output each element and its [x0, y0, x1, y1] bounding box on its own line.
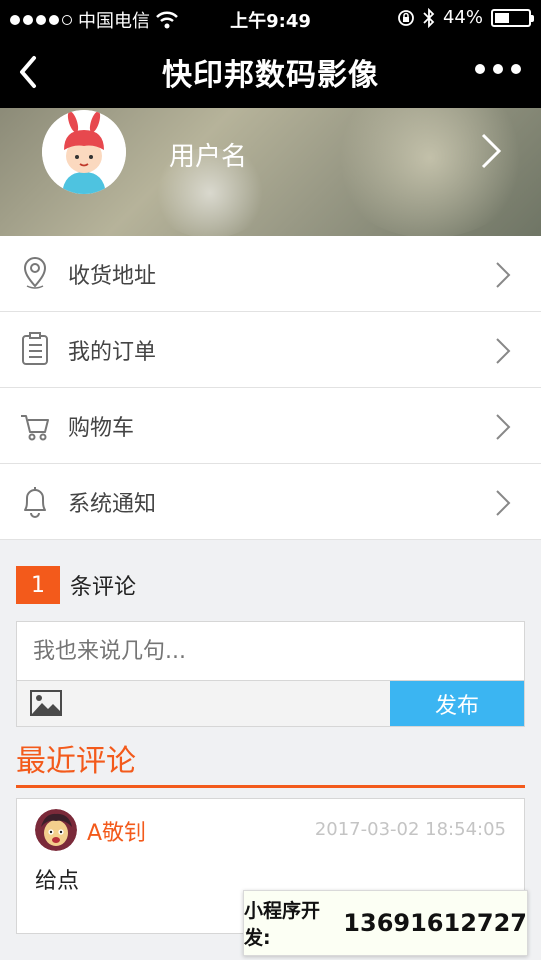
user-avatar-icon [35, 809, 77, 851]
comment-count-badge: 1 [16, 566, 60, 604]
more-icon[interactable] [475, 64, 521, 74]
bell-icon [24, 487, 46, 518]
comment-timestamp: 2017-03-02 18:54:05 [314, 819, 506, 840]
status-bar: 中国电信 上午9:49 44% [0, 0, 541, 36]
menu-list: 收货地址 我的订单 购物车 系统通知 [0, 236, 541, 540]
recent-comments-title: 最近评论 [16, 744, 136, 779]
developer-phone: 13691612727 [343, 909, 527, 937]
page-title: 快印邦数码影像 [162, 58, 379, 93]
menu-item-cart[interactable]: 购物车 [0, 388, 541, 464]
commenter-name[interactable]: A敬钊 [87, 815, 146, 847]
menu-label: 系统通知 [68, 491, 157, 517]
cart-icon [21, 415, 49, 441]
avatar[interactable] [42, 110, 126, 194]
comment-toolbar: 发布 [17, 681, 524, 726]
comment-count: 1 条评论 [16, 566, 136, 604]
image-upload-icon[interactable] [29, 687, 63, 719]
rotation-lock-icon [398, 9, 414, 26]
username-label: 用户名 [169, 142, 248, 172]
divider [16, 785, 525, 788]
menu-item-notifications[interactable]: 系统通知 [0, 464, 541, 540]
developer-contact-badge: 小程序开发: 13691612727 [243, 890, 528, 956]
battery-icon [491, 8, 534, 27]
chevron-right-icon [496, 262, 511, 288]
comment-input[interactable] [17, 622, 524, 681]
chevron-right-icon [496, 490, 511, 516]
chevron-right-icon[interactable] [479, 132, 503, 170]
chevron-right-icon [496, 414, 511, 440]
user-avatar-icon [42, 110, 126, 194]
publish-button[interactable]: 发布 [390, 681, 524, 726]
profile-banner[interactable]: 用户名 [0, 108, 541, 236]
comment-text: 给点 [35, 869, 80, 894]
comment-form: 发布 [16, 621, 525, 727]
menu-label: 我的订单 [68, 339, 157, 365]
developer-label: 小程序开发: [244, 900, 321, 949]
menu-item-address[interactable]: 收货地址 [0, 236, 541, 312]
menu-label: 购物车 [68, 415, 135, 441]
clipboard-icon [22, 332, 48, 365]
battery-percent: 44% [442, 7, 483, 28]
menu-label: 收货地址 [68, 263, 157, 289]
location-pin-icon [23, 257, 47, 289]
comment-count-label: 条评论 [70, 575, 137, 600]
commenter-avatar [35, 809, 77, 851]
nav-bar: 快印邦数码影像 [0, 36, 541, 108]
bluetooth-icon [423, 7, 435, 28]
chevron-right-icon [496, 338, 511, 364]
menu-item-orders[interactable]: 我的订单 [0, 312, 541, 388]
